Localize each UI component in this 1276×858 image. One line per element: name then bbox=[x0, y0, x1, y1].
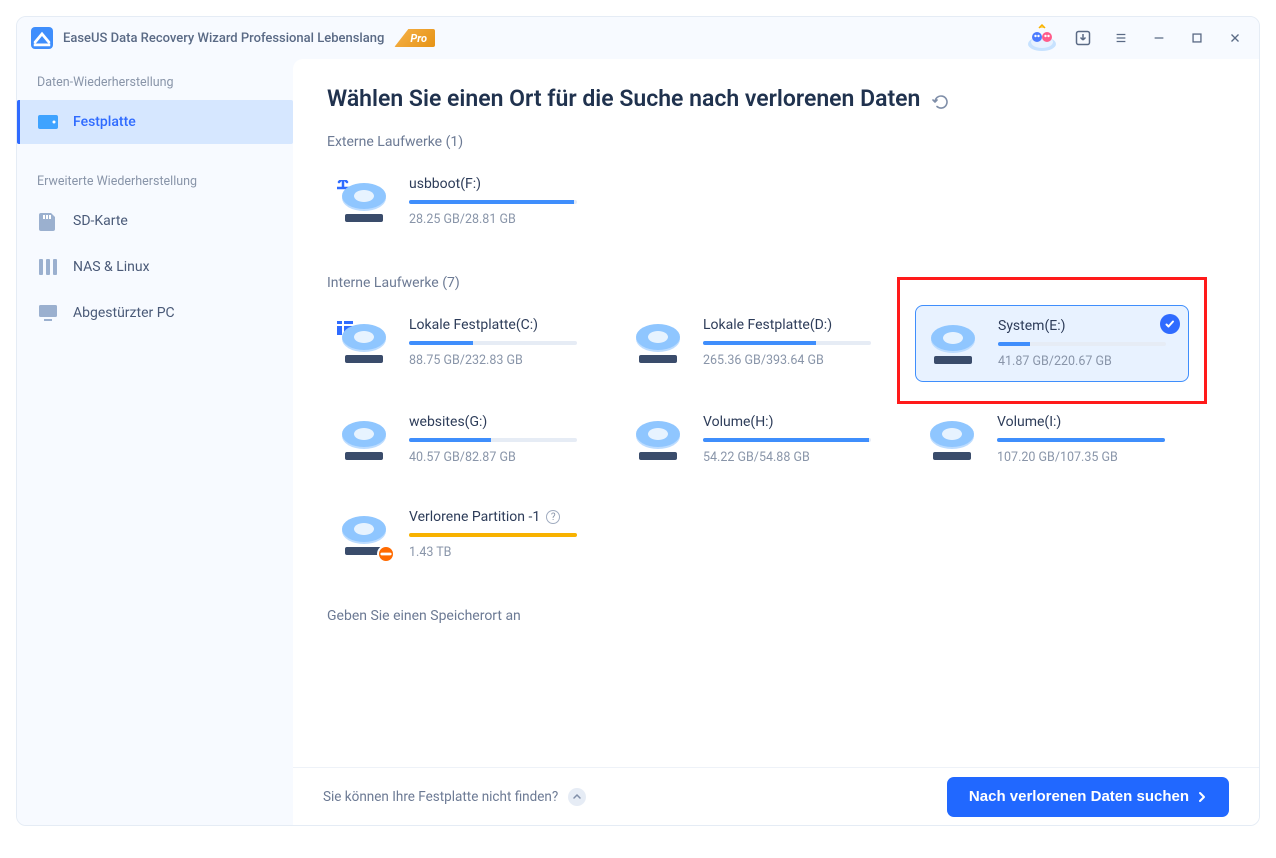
drive-card[interactable]: Verlorene Partition -1? 1.43 TB bbox=[327, 497, 601, 572]
nas-icon bbox=[37, 258, 59, 276]
drive-size: 54.22 GB/54.88 GB bbox=[703, 450, 889, 465]
internal-drive-grid: Lokale Festplatte(C:)88.75 GB/232.83 GBL… bbox=[327, 305, 1225, 572]
titlebar-left: EaseUS Data Recovery Wizard Professional… bbox=[31, 27, 435, 49]
drive-card[interactable]: Lokale Festplatte(D:) 265.36 GB/393.64 GB bbox=[621, 305, 895, 382]
sd-card-icon bbox=[37, 212, 59, 230]
drive-size: 40.57 GB/82.87 GB bbox=[409, 450, 595, 465]
usage-bar bbox=[409, 533, 577, 537]
footer-hint[interactable]: Sie können Ihre Festplatte nicht finden? bbox=[323, 788, 586, 806]
drive-icon bbox=[631, 321, 685, 367]
refresh-icon[interactable] bbox=[932, 90, 950, 108]
usage-bar bbox=[997, 438, 1165, 442]
sidebar-item-sdkarte[interactable]: SD-Karte bbox=[17, 199, 293, 243]
drive-size: 41.87 GB/220.67 GB bbox=[998, 354, 1182, 369]
drive-size: 28.25 GB/28.81 GB bbox=[409, 212, 595, 227]
download-icon[interactable] bbox=[1069, 24, 1097, 52]
close-button[interactable] bbox=[1221, 24, 1249, 52]
drive-icon bbox=[631, 418, 685, 464]
sidebar-item-label: NAS & Linux bbox=[73, 259, 150, 275]
drive-card[interactable]: Volume(I:) 107.20 GB/107.35 GB bbox=[915, 402, 1189, 477]
sidebar: Daten-Wiederherstellung Festplatte Erwei… bbox=[17, 59, 293, 825]
drive-card[interactable]: usbboot(F:) 28.25 GB/28.81 GB bbox=[327, 164, 601, 239]
drive-name: websites(G:) bbox=[409, 414, 595, 430]
drive-name: Lokale Festplatte(C:) bbox=[409, 317, 595, 333]
sidebar-item-crashed-pc[interactable]: Abgestürzter PC bbox=[17, 291, 293, 335]
help-icon[interactable]: ? bbox=[546, 510, 560, 524]
menu-icon[interactable] bbox=[1107, 24, 1135, 52]
group-label-specify: Geben Sie einen Speicherort an bbox=[327, 608, 1225, 624]
drive-name: Volume(I:) bbox=[997, 414, 1183, 430]
usage-bar bbox=[703, 341, 871, 345]
drive-card[interactable]: System(E:) 41.87 GB/220.67 GB bbox=[915, 305, 1189, 382]
group-label-external: Externe Laufwerke (1) bbox=[327, 134, 1225, 150]
cloud-icon[interactable] bbox=[1025, 24, 1059, 52]
pro-badge: Pro bbox=[394, 29, 435, 47]
main-scroll[interactable]: Wählen Sie einen Ort für die Suche nach … bbox=[293, 59, 1259, 767]
check-icon bbox=[1160, 314, 1180, 334]
usage-bar bbox=[409, 200, 577, 204]
usage-bar bbox=[409, 341, 577, 345]
sidebar-item-festplatte[interactable]: Festplatte bbox=[17, 100, 293, 144]
external-drive-grid: usbboot(F:) 28.25 GB/28.81 GB bbox=[327, 164, 1225, 239]
usage-bar bbox=[998, 342, 1166, 346]
minimize-button[interactable] bbox=[1145, 24, 1173, 52]
maximize-button[interactable] bbox=[1183, 24, 1211, 52]
drive-size: 265.36 GB/393.64 GB bbox=[703, 353, 889, 368]
sidebar-item-label: Abgestürzter PC bbox=[73, 305, 175, 321]
drive-name: Verlorene Partition -1? bbox=[409, 509, 595, 525]
drive-card[interactable]: Volume(H:) 54.22 GB/54.88 GB bbox=[621, 402, 895, 477]
drive-size: 1.43 TB bbox=[409, 545, 595, 560]
drive-name: System(E:) bbox=[998, 318, 1182, 334]
drive-name: Lokale Festplatte(D:) bbox=[703, 317, 889, 333]
drive-size: 107.20 GB/107.35 GB bbox=[997, 450, 1183, 465]
usage-bar bbox=[703, 438, 871, 442]
drive-icon bbox=[337, 321, 391, 367]
sidebar-section-label: Erweiterte Wiederherstellung bbox=[17, 174, 293, 189]
titlebar: EaseUS Data Recovery Wizard Professional… bbox=[17, 17, 1259, 59]
drive-icon bbox=[337, 418, 391, 464]
drive-icon bbox=[926, 322, 980, 368]
main-panel: Wählen Sie einen Ort für die Suche nach … bbox=[293, 59, 1259, 825]
app-title: EaseUS Data Recovery Wizard Professional… bbox=[63, 31, 384, 46]
group-label-internal: Interne Laufwerke (7) bbox=[327, 275, 1225, 291]
footer: Sie können Ihre Festplatte nicht finden?… bbox=[293, 767, 1259, 825]
drive-name: usbboot(F:) bbox=[409, 176, 595, 192]
usage-bar bbox=[409, 438, 577, 442]
chevron-up-icon bbox=[568, 788, 586, 806]
sidebar-item-label: Festplatte bbox=[73, 114, 136, 130]
drive-size: 88.75 GB/232.83 GB bbox=[409, 353, 595, 368]
search-button[interactable]: Nach verlorenen Daten suchen bbox=[947, 777, 1229, 817]
drive-card[interactable]: Lokale Festplatte(C:) 88.75 GB/232.83 GB bbox=[327, 305, 601, 382]
drive-icon bbox=[337, 513, 391, 559]
app-icon bbox=[31, 27, 53, 49]
drive-icon bbox=[337, 180, 391, 226]
pc-icon bbox=[37, 304, 59, 322]
drive-icon bbox=[925, 418, 979, 464]
minus-badge-icon bbox=[377, 545, 395, 563]
sidebar-item-nas[interactable]: NAS & Linux bbox=[17, 245, 293, 289]
app-window: EaseUS Data Recovery Wizard Professional… bbox=[16, 16, 1260, 826]
hdd-icon bbox=[37, 113, 59, 131]
titlebar-right bbox=[1025, 24, 1249, 52]
page-title: Wählen Sie einen Ort für die Suche nach … bbox=[327, 85, 1225, 112]
sidebar-item-label: SD-Karte bbox=[73, 213, 128, 229]
sidebar-section-label: Daten-Wiederherstellung bbox=[17, 75, 293, 90]
drive-card[interactable]: websites(G:) 40.57 GB/82.87 GB bbox=[327, 402, 601, 477]
drive-name: Volume(H:) bbox=[703, 414, 889, 430]
